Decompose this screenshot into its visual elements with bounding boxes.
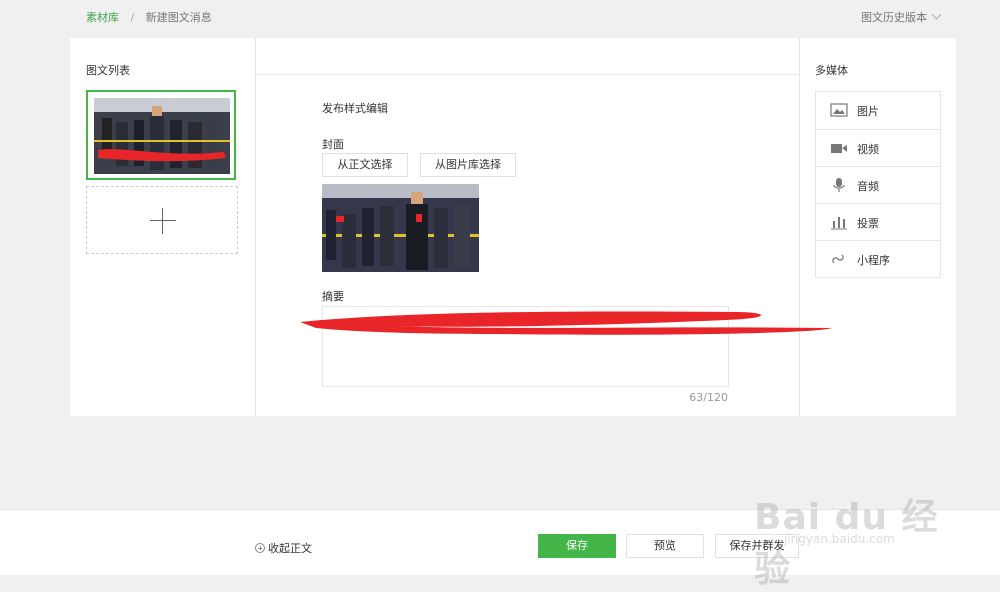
video-icon (831, 144, 847, 153)
media-item-label: 投票 (857, 217, 879, 230)
cover-image (322, 184, 479, 272)
watermark-url: jingyan.baidu.com (784, 532, 895, 546)
history-versions-label: 图文历史版本 (861, 11, 927, 24)
plus-icon (150, 220, 176, 221)
breadcrumb: 素材库 / 新建图文消息 (86, 9, 212, 25)
plus-circle-icon (255, 543, 265, 553)
publish-style-title: 发布样式编辑 (322, 102, 388, 115)
media-item-label: 图片 (857, 105, 879, 118)
redaction-scribble (300, 311, 832, 335)
media-item-vote[interactable]: 投票 (816, 203, 940, 240)
collapse-body-label: 收起正文 (268, 542, 312, 555)
summary-label: 摘要 (322, 290, 344, 303)
bar-chart-icon (831, 217, 847, 230)
multimedia-column: 多媒体 图片 视频 音频 投票 小程序 (799, 38, 957, 416)
collapse-body-toggle[interactable]: 收起正文 (255, 540, 312, 556)
breadcrumb-root[interactable]: 素材库 (86, 11, 119, 24)
breadcrumb-separator: / (130, 11, 135, 24)
link-icon (832, 254, 844, 264)
article-cover-thumbnail (94, 98, 230, 174)
cover-label: 封面 (322, 138, 344, 151)
media-item-audio[interactable]: 音频 (816, 166, 940, 203)
add-article-button[interactable] (86, 186, 238, 254)
select-from-library-button[interactable]: 从图片库选择 (420, 153, 516, 177)
article-thumbnail-card[interactable] (86, 90, 236, 180)
media-item-video[interactable]: 视频 (816, 129, 940, 166)
article-list-title: 图文列表 (86, 64, 130, 77)
image-icon (830, 103, 848, 117)
publish-style-editor: 发布样式编辑 封面 从正文选择 从图片库选择 摘要 63/120 (256, 38, 799, 416)
save-button[interactable]: 保存 (538, 534, 616, 558)
preview-button[interactable]: 预览 (626, 534, 704, 558)
media-item-label: 小程序 (857, 254, 890, 267)
breadcrumb-current: 新建图文消息 (145, 11, 212, 24)
baidu-watermark: Bai du 经验 jingyan.baidu.com (744, 470, 944, 590)
top-bar: 素材库 / 新建图文消息 图文历史版本 (0, 0, 1000, 36)
history-versions-dropdown[interactable]: 图文历史版本 (861, 9, 942, 25)
chevron-down-icon (931, 9, 942, 20)
media-item-image[interactable]: 图片 (816, 92, 940, 129)
editor-panel: 图文列表 发布样式编辑 封面 从正文选择 从图片库选择 摘要 63/120 多媒… (70, 38, 956, 416)
media-item-mini-program[interactable]: 小程序 (816, 240, 940, 277)
multimedia-title: 多媒体 (815, 64, 848, 77)
multimedia-list: 图片 视频 音频 投票 小程序 (815, 91, 941, 278)
article-list-column: 图文列表 (70, 38, 256, 416)
editor-header (256, 38, 799, 75)
select-from-body-button[interactable]: 从正文选择 (322, 153, 408, 177)
microphone-icon (833, 178, 845, 192)
summary-char-counter: 63/120 (689, 391, 728, 404)
media-item-label: 视频 (857, 143, 879, 156)
media-item-label: 音频 (857, 180, 879, 193)
